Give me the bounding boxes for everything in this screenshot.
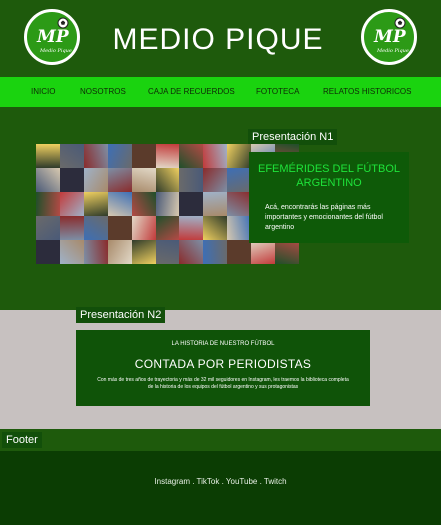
collage-photo	[107, 216, 132, 240]
footer-link-youtube[interactable]: YouTube	[226, 477, 257, 486]
collage-photo	[36, 240, 60, 264]
collage-photo	[36, 144, 60, 168]
collage-photo	[203, 168, 228, 192]
logo-right[interactable]: MP Medio Pique	[361, 9, 417, 65]
card-title: EFEMÉRIDES DEL FÚTBOL ARGENTINO	[257, 163, 400, 189]
collage-photo	[59, 216, 84, 240]
collage-photo	[179, 240, 204, 264]
nav-item-caja-de-recuerdos[interactable]: CAJA DE RECUERDOS	[148, 77, 235, 107]
collage-photo	[227, 168, 252, 192]
collage-photo	[59, 192, 84, 216]
collage-photo	[36, 192, 60, 216]
presentation-card-2: LA HISTORIA DE NUESTRO FÚTBOL CONTADA PO…	[76, 330, 370, 406]
collage-photo	[131, 240, 156, 264]
collage-photo	[203, 192, 228, 216]
collage-photo	[131, 168, 156, 192]
collage-photo	[203, 240, 228, 264]
svg-text:MP: MP	[373, 27, 407, 47]
site-title: MEDIO PIQUE	[112, 23, 324, 56]
collage-photo	[227, 216, 252, 240]
footer-band	[0, 429, 441, 451]
collage-photo	[107, 168, 132, 192]
collage-photo	[83, 192, 108, 216]
collage-photo	[251, 240, 276, 264]
collage-photo	[227, 192, 252, 216]
collage-photo	[275, 240, 299, 264]
collage-photo	[107, 240, 132, 264]
collage-photo	[83, 168, 108, 192]
collage-photo	[203, 144, 228, 168]
collage-photo	[107, 192, 132, 216]
collage-photo	[155, 240, 180, 264]
collage-photo	[83, 144, 108, 168]
main-nav: INICIO NOSOTROS CAJA DE RECUERDOS FOTOTE…	[0, 77, 441, 107]
collage-photo	[36, 168, 60, 192]
nav-item-relatos-historicos[interactable]: RELATOS HISTORICOS	[323, 77, 411, 107]
collage-photo	[179, 144, 204, 168]
collage-photo	[155, 144, 180, 168]
card-title: CONTADA POR PERIODISTAS	[134, 357, 312, 371]
collage-photo	[227, 144, 252, 168]
nav-item-fototeca[interactable]: FOTOTECA	[256, 77, 299, 107]
card-text: Acá, encontrarás las páginas más importa…	[265, 204, 383, 231]
collage-photo	[179, 168, 204, 192]
svg-text:Medio Pique: Medio Pique	[376, 48, 409, 54]
collage-photo	[179, 192, 204, 216]
collage-photo	[227, 240, 252, 264]
collage-photo	[179, 216, 204, 240]
section-tag-footer: Footer	[2, 432, 42, 448]
footer-social-links: Instagram . TikTok . YouTube . Twitch	[0, 477, 441, 486]
collage-photo	[203, 216, 228, 240]
footer-link-tiktok[interactable]: TikTok	[197, 477, 220, 486]
footer-link-instagram[interactable]: Instagram	[154, 477, 190, 486]
nav-item-inicio[interactable]: INICIO	[31, 77, 55, 107]
svg-text:Medio Pique: Medio Pique	[39, 48, 72, 54]
collage-photo	[36, 216, 60, 240]
collage-photo	[155, 216, 180, 240]
logo-left[interactable]: MP Medio Pique	[24, 9, 80, 65]
collage-photo	[155, 168, 180, 192]
collage-photo	[131, 192, 156, 216]
collage-photo	[83, 240, 108, 264]
collage-photo	[155, 192, 180, 216]
section-tag-presentacion-1: Presentación N1	[248, 129, 338, 145]
logo-mark-icon: MP Medio Pique	[373, 17, 409, 54]
svg-text:MP: MP	[36, 27, 70, 47]
presentation-card-1: EFEMÉRIDES DEL FÚTBOL ARGENTINO Acá, enc…	[249, 152, 409, 243]
footer-link-twitch[interactable]: Twitch	[264, 477, 287, 486]
site-header: MP Medio Pique MEDIO PIQUE MP Medio Piqu…	[0, 0, 441, 77]
collage-photo	[107, 144, 132, 168]
collage-photo	[59, 144, 84, 168]
logo-mark-icon: MP Medio Pique	[36, 17, 72, 54]
card-kicker: LA HISTORIA DE NUESTRO FÚTBOL	[171, 341, 275, 347]
card-text: Con más de tres años de trayectoria y má…	[97, 377, 349, 390]
collage-photo	[59, 168, 84, 192]
section-tag-presentacion-2: Presentación N2	[76, 307, 166, 323]
collage-photo	[131, 144, 156, 168]
site-footer: Instagram . TikTok . YouTube . Twitch	[0, 451, 441, 525]
collage-photo	[131, 216, 156, 240]
collage-photo	[59, 240, 84, 264]
nav-item-nosotros[interactable]: NOSOTROS	[80, 77, 126, 107]
collage-photo	[83, 216, 108, 240]
